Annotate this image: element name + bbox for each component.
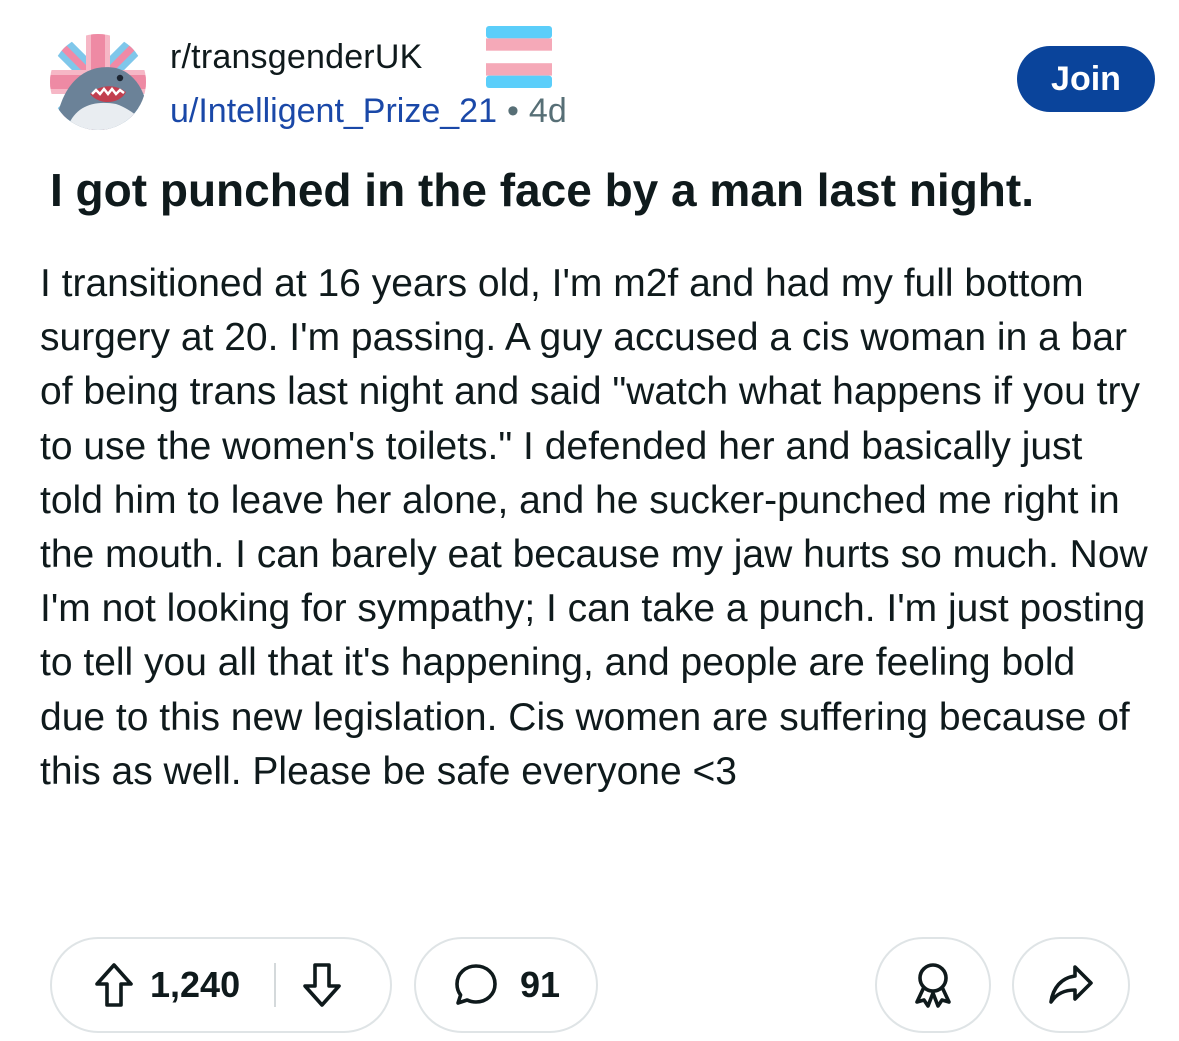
union-jack-shark-avatar-icon	[50, 34, 146, 130]
award-button[interactable]	[875, 937, 991, 1033]
vote-count: 1,240	[150, 964, 241, 1005]
subreddit-name[interactable]: r/transgenderUK	[170, 38, 422, 77]
downvote-button[interactable]	[300, 960, 344, 1010]
meta-separator: •	[507, 92, 519, 130]
upvote-button[interactable]	[92, 960, 136, 1010]
post-body: I transitioned at 16 years old, I'm m2f …	[40, 262, 1148, 793]
transgender-flag-icon	[486, 26, 552, 88]
share-button[interactable]	[1012, 937, 1130, 1033]
comment-icon-wrap	[452, 961, 500, 1009]
vote-bar: 1,240	[50, 937, 392, 1033]
award-icon	[915, 963, 951, 1008]
post-meta: u/Intelligent_Prize_21 • 4d	[170, 92, 567, 131]
comment-bubble-icon	[455, 964, 497, 1005]
subreddit-avatar[interactable]	[50, 34, 146, 130]
join-button[interactable]: Join	[1017, 46, 1155, 112]
post-title[interactable]: I got punched in the face by a man last …	[50, 160, 1150, 220]
upvote-arrow-icon	[95, 963, 133, 1007]
post-age: 4d	[528, 92, 567, 130]
author-username[interactable]: u/Intelligent_Prize_21	[170, 92, 497, 130]
comments-button[interactable]: 91	[414, 937, 598, 1033]
share-arrow-icon	[1049, 965, 1093, 1004]
vote-divider	[274, 963, 277, 1007]
downvote-arrow-icon	[303, 963, 341, 1007]
comment-count: 91	[520, 964, 561, 1005]
